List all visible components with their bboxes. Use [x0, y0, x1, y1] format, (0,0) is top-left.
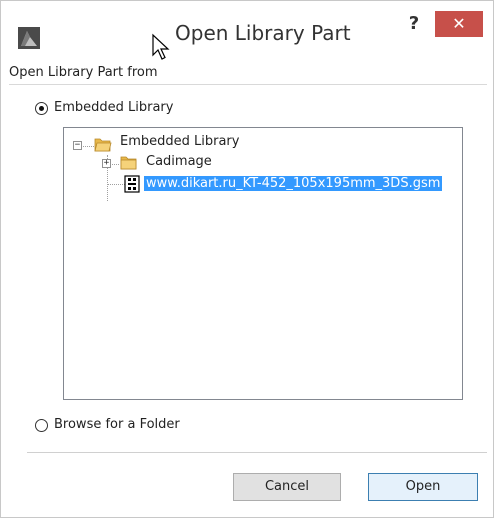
mouse-cursor-icon — [152, 33, 170, 60]
section-label: Open Library Part from — [9, 65, 158, 80]
open-button[interactable]: Open — [368, 473, 478, 501]
embedded-library-radio[interactable] — [35, 102, 48, 115]
library-part-file-icon — [124, 175, 140, 193]
folder-icon — [120, 156, 137, 170]
title-bar[interactable]: Open Library Part ? ✕ — [1, 1, 493, 60]
expand-toggle[interactable]: + — [102, 159, 111, 168]
footer-divider — [27, 452, 487, 453]
tree-node-cadimage[interactable]: Cadimage — [146, 154, 212, 172]
open-library-part-dialog: Open Library Part ? ✕ Open Library Part … — [0, 0, 494, 518]
collapse-toggle[interactable]: − — [73, 141, 82, 150]
embedded-library-radio-label[interactable]: Embedded Library — [54, 100, 173, 115]
browse-folder-radio-label[interactable]: Browse for a Folder — [54, 417, 180, 432]
dialog-title: Open Library Part — [175, 21, 351, 45]
tree-connector — [107, 184, 125, 185]
folder-open-icon — [94, 138, 112, 152]
tree-node-gsm-file[interactable]: www.dikart.ru_KT-452_105x195mm_3DS.gsm — [144, 176, 443, 194]
help-button[interactable]: ? — [399, 11, 429, 37]
section-divider — [9, 84, 487, 85]
app-icon — [18, 27, 40, 49]
tree-connector — [80, 146, 94, 147]
close-button[interactable]: ✕ — [435, 11, 483, 37]
selected-file-label[interactable]: www.dikart.ru_KT-452_105x195mm_3DS.gsm — [144, 176, 443, 191]
library-tree-view[interactable]: − Embedded Library + Cadimage www.dikart… — [63, 127, 463, 400]
browse-folder-radio[interactable] — [35, 419, 48, 432]
tree-node-embedded-library[interactable]: Embedded Library — [120, 134, 239, 152]
cancel-button[interactable]: Cancel — [233, 473, 341, 501]
